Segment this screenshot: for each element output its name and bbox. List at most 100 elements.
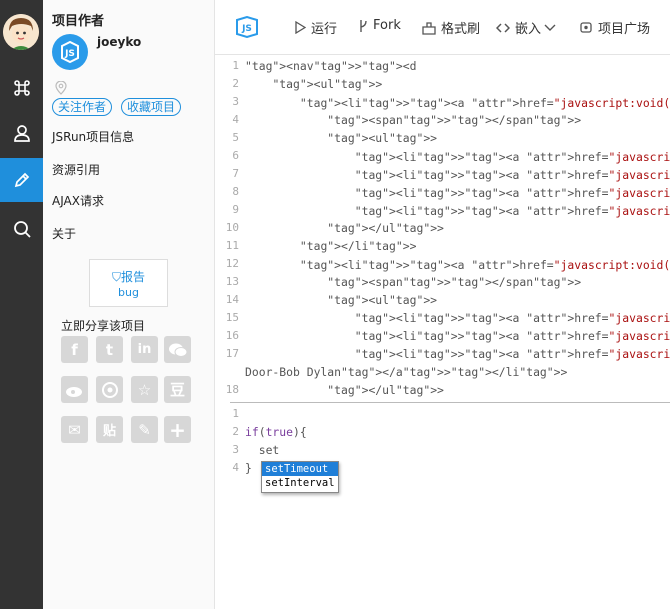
code-line[interactable]: "tag"><span"tag">>"tag"></span"tag">> <box>245 275 581 289</box>
svg-text:JS: JS <box>64 49 75 59</box>
code-line[interactable]: "tag"><ul"tag">> <box>245 293 437 307</box>
author-logo[interactable]: JS <box>52 34 88 70</box>
run-button[interactable]: 运行 <box>295 18 337 37</box>
line-number: 13 <box>225 275 239 288</box>
code-line[interactable]: "tag"><span"tag">>"tag"></span"tag">> <box>245 113 581 127</box>
code-line[interactable]: "tag"><ul"tag">> <box>245 77 382 91</box>
command-icon <box>13 80 30 96</box>
code-line[interactable]: "tag"><li"tag">>"tag"><a "attr">href="ja… <box>245 257 670 273</box>
code-line[interactable]: set <box>245 443 280 457</box>
rail-item-user[interactable] <box>0 111 43 155</box>
code-line[interactable]: "tag"><li"tag">>"tag"><a "attr">href="ja… <box>245 329 670 343</box>
jsrun-logo-icon[interactable]: JS <box>231 15 263 42</box>
line-number: 17 <box>225 347 239 360</box>
code-line[interactable]: if(true){ <box>245 425 307 439</box>
line-number: 18 <box>225 383 239 396</box>
chevron-down-icon <box>544 24 556 31</box>
code-line[interactable]: "tag"><li"tag">>"tag"><a "attr">href="ja… <box>245 347 670 361</box>
fork-button[interactable]: Fork <box>358 18 401 33</box>
line-number: 12 <box>225 257 239 270</box>
editor-toolbar: JS 运行 Fork 格式刷 嵌入 项目广场 <box>215 0 670 55</box>
line-number: 5 <box>232 131 239 144</box>
line-number: 16 <box>225 329 239 342</box>
favorite-project-button[interactable]: 收藏项目 <box>121 98 182 116</box>
facebook-share-icon[interactable]: f <box>61 336 88 363</box>
email-share-icon[interactable]: ✉ <box>61 416 88 443</box>
code-line[interactable]: } <box>245 461 252 475</box>
code-line[interactable]: "tag"></ul"tag">> <box>245 383 444 397</box>
line-number: 3 <box>232 443 239 456</box>
svg-text:JS: JS <box>241 24 252 34</box>
line-number: 14 <box>225 293 239 306</box>
code-line[interactable]: "tag"><li"tag">>"tag"><a "attr">href="ja… <box>245 167 670 183</box>
line-number: 3 <box>232 95 239 108</box>
tieba-share-icon[interactable]: 贴 <box>96 416 123 443</box>
rail-item-command[interactable] <box>0 66 43 110</box>
share-title: 立即分享该项目 <box>61 319 146 333</box>
code-line[interactable]: "tag"><li"tag">>"tag"><a "attr">href="ja… <box>245 311 670 325</box>
autocomplete-option[interactable]: setTimeout <box>262 462 338 476</box>
line-number: 4 <box>232 113 239 126</box>
rail-item-search[interactable] <box>0 207 43 251</box>
more-share-icon[interactable]: + <box>164 416 191 443</box>
sidebar-item-resources[interactable]: 资源引用 <box>52 161 100 178</box>
code-line[interactable]: Door-Bob Dylan"tag"></a"tag">>"tag"></li… <box>245 365 567 379</box>
location-pin-icon <box>55 80 67 99</box>
sidebar-item-ajax[interactable]: AJAX请求 <box>52 192 104 209</box>
code-line[interactable]: "tag"><li"tag">>"tag"><a "attr">href="ja… <box>245 203 670 219</box>
search-icon <box>13 221 31 238</box>
line-number: 10 <box>225 221 239 234</box>
note-share-icon[interactable]: ✎ <box>131 416 158 443</box>
embed-label: 嵌入 <box>515 22 542 37</box>
report-sub-label: bug <box>118 286 139 299</box>
format-label: 格式刷 <box>441 22 481 37</box>
report-label: 报告 <box>121 270 146 284</box>
code-line[interactable]: "tag"></ul"tag">> <box>245 221 444 235</box>
code-line[interactable]: "tag"><li"tag">>"tag"><a "attr">href="ja… <box>245 149 670 165</box>
project-plaza-button[interactable]: 项目广场 <box>579 18 650 37</box>
line-number: 2 <box>232 425 239 438</box>
twitter-share-icon[interactable]: t <box>96 336 123 363</box>
line-number: 6 <box>232 149 239 162</box>
embed-button[interactable]: 嵌入 <box>496 18 561 37</box>
autocomplete-option[interactable]: setInterval <box>262 476 338 490</box>
star-share-icon[interactable]: ☆ <box>131 376 158 403</box>
sidebar-item-about[interactable]: 关于 <box>52 225 76 242</box>
line-number: 15 <box>225 311 239 324</box>
avatar[interactable] <box>3 14 39 50</box>
code-line[interactable]: "tag"><li"tag">>"tag"><a "attr">href="ja… <box>245 185 670 201</box>
brush-icon <box>422 21 436 35</box>
line-number: 9 <box>232 203 239 216</box>
user-icon <box>13 125 30 142</box>
left-rail <box>0 0 43 609</box>
code-icon <box>496 22 510 33</box>
report-bug-button[interactable]: ⛉报告 bug <box>89 259 168 307</box>
broadcast-icon <box>580 22 592 33</box>
code-line[interactable]: "tag"></li"tag">> <box>245 239 417 253</box>
line-number: 2 <box>232 77 239 90</box>
line-number: 4 <box>232 461 239 474</box>
code-line[interactable]: "tag"><nav"tag">>"tag"><d <box>245 59 416 73</box>
rail-item-edit[interactable] <box>0 158 43 202</box>
sidebar-item-project-info[interactable]: JSRun项目信息 <box>52 128 134 145</box>
follow-author-button[interactable]: 关注作者 <box>52 98 113 116</box>
code-line[interactable]: "tag"><li"tag">>"tag"><a "attr">href="ja… <box>245 95 670 111</box>
pane-divider[interactable] <box>230 402 670 403</box>
tencent-weibo-share-icon[interactable] <box>96 376 123 403</box>
run-label: 运行 <box>311 22 338 37</box>
code-editor[interactable]: 1 "tag"><nav"tag">>"tag"><d 2 "tag"><ul"ta… <box>215 55 670 609</box>
douban-share-icon[interactable]: 豆 <box>164 376 191 403</box>
project-sidebar: 项目作者 JS joeyko 关注作者 收藏项目 JSRun项目信息 资源引用 … <box>43 0 215 609</box>
line-number: 7 <box>232 167 239 180</box>
weibo-share-icon[interactable] <box>61 376 88 403</box>
jsrun-logo-icon: JS <box>61 40 79 64</box>
project-plaza-label: 项目广场 <box>598 22 651 37</box>
sidebar-title: 项目作者 <box>52 14 105 29</box>
line-number: 8 <box>232 185 239 198</box>
author-name[interactable]: joeyko <box>97 35 141 49</box>
code-line[interactable]: "tag"><ul"tag">> <box>245 131 437 145</box>
line-number: 1 <box>232 59 239 72</box>
wechat-share-icon[interactable] <box>164 336 191 363</box>
linkedin-share-icon[interactable]: in <box>131 336 158 363</box>
format-button[interactable]: 格式刷 <box>422 18 480 37</box>
